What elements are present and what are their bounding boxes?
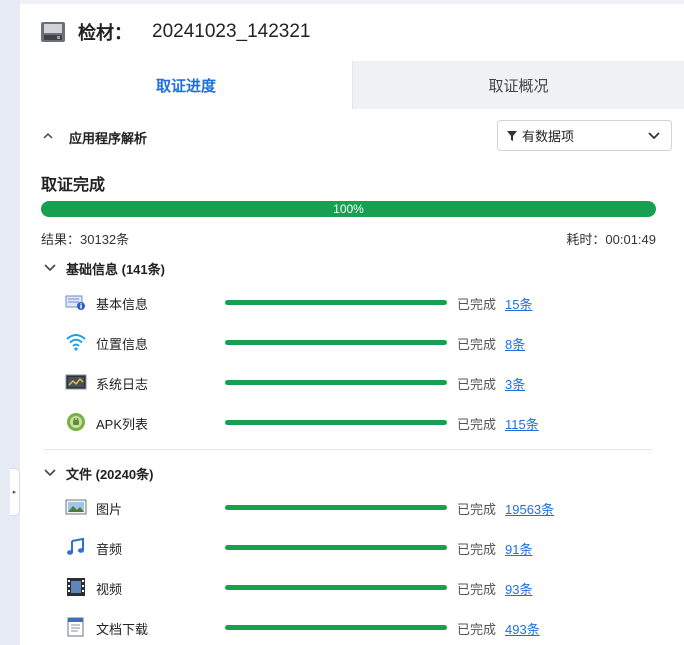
evidence-id: 20241023_142321 — [152, 21, 311, 42]
item-status: 已完成 — [457, 502, 497, 517]
filter-dropdown[interactable]: 有数据项 — [497, 120, 672, 151]
item-progress-bar — [225, 420, 447, 425]
android-icon — [67, 413, 85, 431]
tab-bar: 取证进度 取证概况 — [20, 61, 684, 109]
group-title: 文件 (20240条) — [66, 466, 154, 482]
item-count-link[interactable]: 93条 — [505, 579, 532, 598]
chevron-up-icon[interactable] — [42, 130, 54, 142]
item-status: 已完成 — [457, 582, 497, 597]
item-status: 已完成 — [457, 337, 497, 352]
item-progress-bar — [225, 380, 447, 385]
item-progress-bar — [225, 625, 447, 630]
group-title: 基础信息 (141条) — [66, 261, 165, 277]
item-label: 音频 — [96, 542, 123, 557]
progress-percent-label: 100% — [333, 202, 364, 216]
status-title: 取证完成 — [41, 177, 106, 194]
section-header: 应用程序解析 有数据项 — [20, 118, 684, 154]
item-progress-bar — [225, 340, 447, 345]
list-item: 视频 已完成 93条 — [20, 575, 684, 599]
disk-icon — [41, 22, 65, 42]
item-status: 已完成 — [457, 542, 497, 557]
result-count: 结果：30132条 — [41, 232, 130, 247]
item-label: 视频 — [96, 582, 123, 597]
item-status: 已完成 — [457, 417, 497, 432]
left-panel-strip — [0, 0, 20, 645]
image-icon — [65, 499, 87, 515]
item-progress-bar — [225, 505, 447, 510]
group-header-files[interactable]: 文件 (20240条) — [44, 463, 153, 483]
list-item: APK列表 已完成 115条 — [20, 410, 684, 434]
main-panel: 检材： 20241023_142321 取证进度 取证概况 应用程序解析 有数据… — [20, 0, 684, 645]
music-note-icon — [67, 537, 84, 555]
info-card-icon — [65, 295, 85, 310]
system-log-icon — [65, 374, 87, 390]
group-divider — [44, 449, 652, 450]
item-label: APK列表 — [96, 417, 149, 432]
item-count-link[interactable]: 8条 — [505, 334, 525, 353]
panel-collapse-handle[interactable]: ▸ — [10, 468, 20, 516]
wifi-icon — [66, 334, 86, 351]
list-item: 位置信息 已完成 8条 — [20, 330, 684, 354]
list-item: 系统日志 已完成 3条 — [20, 370, 684, 394]
filter-value: 有数据项 — [522, 129, 575, 144]
filter-icon — [507, 130, 517, 141]
item-label: 图片 — [96, 502, 123, 517]
chevron-down-icon — [44, 469, 56, 477]
list-item: 基本信息 已完成 15条 — [20, 290, 684, 314]
item-count-link[interactable]: 3条 — [505, 374, 525, 393]
elapsed-time: 耗时：00:01:49 — [566, 232, 656, 247]
tab-overview[interactable]: 取证概况 — [352, 61, 684, 109]
list-item: 音频 已完成 91条 — [20, 535, 684, 559]
item-status: 已完成 — [457, 297, 497, 312]
caret-right-icon: ▸ — [12, 489, 17, 496]
item-label: 系统日志 — [96, 377, 149, 392]
group-header-basic-info[interactable]: 基础信息 (141条) — [44, 258, 165, 278]
item-label: 位置信息 — [96, 337, 149, 352]
film-icon — [67, 578, 85, 596]
chevron-down-icon — [44, 264, 56, 272]
overall-progress-bar: 100% — [41, 201, 656, 217]
item-status: 已完成 — [457, 622, 497, 637]
item-progress-bar — [225, 300, 447, 305]
item-count-link[interactable]: 19563条 — [505, 499, 554, 518]
item-progress-bar — [225, 545, 447, 550]
section-title: 应用程序解析 — [69, 131, 148, 146]
tab-progress[interactable]: 取证进度 — [20, 61, 352, 109]
item-count-link[interactable]: 15条 — [505, 294, 532, 313]
header: 检材： 20241023_142321 — [20, 4, 684, 60]
header-label: 检材： — [78, 23, 132, 43]
item-count-link[interactable]: 493条 — [505, 619, 540, 638]
item-count-link[interactable]: 91条 — [505, 539, 532, 558]
item-label: 文档下载 — [96, 622, 149, 637]
item-progress-bar — [225, 585, 447, 590]
document-icon — [67, 617, 84, 637]
list-item: 文档下载 已完成 493条 — [20, 615, 684, 639]
item-count-link[interactable]: 115条 — [505, 414, 539, 433]
list-item: 图片 已完成 19563条 — [20, 495, 684, 519]
item-label: 基本信息 — [96, 297, 149, 312]
item-status: 已完成 — [457, 377, 497, 392]
chevron-down-icon — [648, 132, 660, 140]
